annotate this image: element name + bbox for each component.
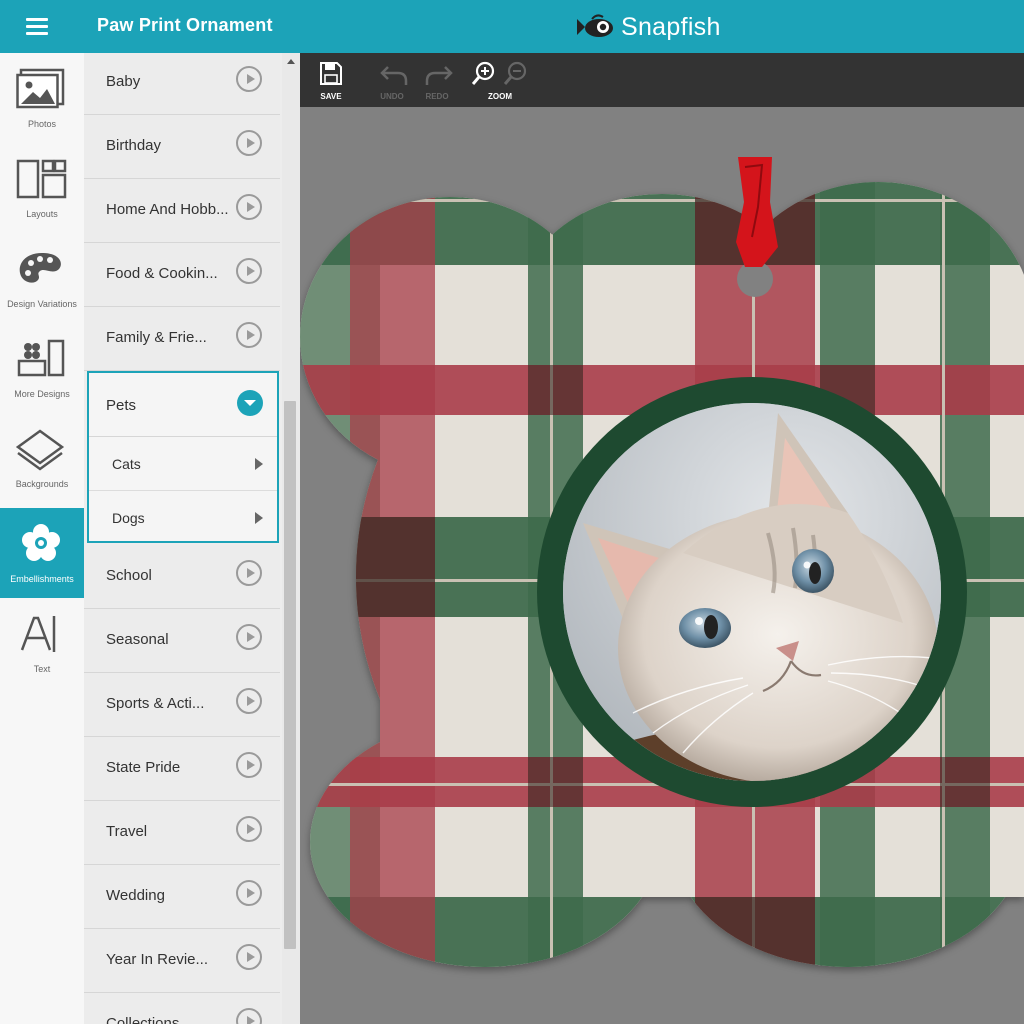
chevron-right-circle-icon[interactable]: [236, 752, 262, 778]
category-sports-and-activities[interactable]: Sports & Acti...: [84, 673, 280, 737]
category-school[interactable]: School: [84, 545, 280, 609]
category-label: Travel: [106, 823, 148, 840]
cat-photo[interactable]: [563, 403, 941, 781]
category-label: Family & Frie...: [106, 329, 207, 346]
category-home-and-hobbies[interactable]: Home And Hobb...: [84, 179, 280, 243]
category-label: Collections: [106, 1015, 180, 1024]
brand-name: Snapfish: [621, 12, 721, 41]
editor-toolbar: SAVE UNDO REDO ZOOM: [300, 53, 1024, 107]
chevron-right-circle-icon[interactable]: [236, 688, 262, 714]
embellishment-categories-panel: Baby Birthday Home And Hobb... Food & Co…: [84, 53, 300, 1024]
category-collections[interactable]: Collections: [84, 993, 280, 1024]
zoom-out-icon[interactable]: [504, 61, 528, 87]
chevron-right-circle-icon[interactable]: [236, 816, 262, 842]
more-designs-icon: [17, 339, 65, 377]
category-family-and-friends[interactable]: Family & Frie...: [84, 307, 280, 371]
layouts-icon: [16, 159, 67, 199]
save-button[interactable]: SAVE: [306, 53, 356, 107]
rail-item-more-designs[interactable]: More Designs: [0, 323, 84, 413]
subcategory-cats[interactable]: Cats: [89, 437, 277, 491]
category-pets-expanded: Pets Cats Dogs: [87, 371, 279, 543]
chevron-down-circle-icon[interactable]: [237, 390, 263, 416]
category-label: Baby: [106, 73, 141, 90]
rail-item-backgrounds[interactable]: Backgrounds: [0, 413, 84, 503]
category-travel[interactable]: Travel: [84, 801, 280, 865]
category-label: Seasonal: [106, 631, 169, 648]
rail-item-text[interactable]: Text: [0, 598, 84, 688]
flower-icon: [22, 524, 60, 561]
photos-icon: [16, 68, 65, 109]
panel-scrollbar[interactable]: [282, 53, 300, 1024]
scrollbar-thumb[interactable]: [284, 401, 296, 949]
zoom-controls: ZOOM: [470, 53, 530, 107]
rail-item-layouts[interactable]: Layouts: [0, 143, 84, 233]
category-label: Sports & Acti...: [106, 695, 205, 712]
category-state-pride[interactable]: State Pride: [84, 737, 280, 801]
chevron-right-circle-icon[interactable]: [236, 66, 262, 92]
category-label: State Pride: [106, 759, 181, 776]
rail-label-more-designs: More Designs: [14, 389, 70, 399]
undo-button[interactable]: UNDO: [367, 53, 417, 107]
chevron-right-circle-icon[interactable]: [236, 560, 262, 586]
category-label: School: [106, 567, 152, 584]
project-title: Paw Print Ornament: [97, 15, 273, 35]
chevron-right-circle-icon[interactable]: [236, 944, 262, 970]
subcategory-label: Dogs: [112, 510, 145, 526]
chevron-right-circle-icon[interactable]: [236, 1008, 262, 1024]
chevron-right-circle-icon[interactable]: [236, 258, 262, 284]
rail-label-embellishments: Embellishments: [10, 574, 74, 584]
scroll-up-arrow-icon[interactable]: [287, 59, 295, 64]
text-icon: [20, 616, 56, 652]
brand-logo: Snapfish: [575, 10, 721, 44]
category-label: Year In Revie...: [106, 951, 209, 968]
backgrounds-icon: [16, 429, 65, 471]
subcategory-dogs[interactable]: Dogs: [89, 491, 277, 545]
rail-label-photos: Photos: [27, 119, 57, 129]
category-pets[interactable]: Pets: [89, 373, 277, 437]
save-label: SAVE: [320, 92, 342, 101]
subcategory-label: Cats: [112, 456, 141, 472]
rail-item-design-variations[interactable]: Design Variations: [0, 233, 84, 323]
fish-logo-icon: [577, 14, 613, 37]
category-year-in-review[interactable]: Year In Revie...: [84, 929, 280, 993]
design-canvas[interactable]: [300, 107, 1024, 1024]
chevron-right-circle-icon[interactable]: [236, 130, 262, 156]
rail-label-backgrounds: Backgrounds: [15, 479, 69, 489]
category-seasonal[interactable]: Seasonal: [84, 609, 280, 673]
rail-label-layouts: Layouts: [26, 209, 58, 219]
redo-label: REDO: [425, 92, 449, 101]
category-label: Home And Hobb...: [106, 201, 229, 218]
category-label: Wedding: [106, 887, 165, 904]
chevron-right-circle-icon[interactable]: [236, 322, 262, 348]
menu-icon[interactable]: [26, 16, 50, 36]
zoom-in-icon[interactable]: [472, 61, 496, 87]
zoom-label: ZOOM: [488, 92, 512, 101]
palette-icon: [19, 253, 61, 283]
rail-item-photos[interactable]: Photos: [0, 53, 84, 143]
undo-label: UNDO: [380, 92, 404, 101]
category-label: Food & Cookin...: [106, 265, 218, 282]
redo-icon: [425, 66, 453, 85]
category-food-and-cooking[interactable]: Food & Cookin...: [84, 243, 280, 307]
category-label: Birthday: [106, 137, 162, 154]
undo-icon: [380, 66, 408, 85]
category-birthday[interactable]: Birthday: [84, 115, 280, 179]
rail-item-embellishments[interactable]: Embellishments: [0, 508, 84, 598]
chevron-right-circle-icon[interactable]: [236, 880, 262, 906]
category-baby[interactable]: Baby: [84, 53, 280, 115]
tool-rail: Photos Layouts Design Variations More De…: [0, 53, 84, 1024]
category-wedding[interactable]: Wedding: [84, 865, 280, 929]
caret-right-icon: [255, 458, 263, 470]
redo-button[interactable]: REDO: [412, 53, 462, 107]
rail-label-design-variations: Design Variations: [7, 299, 77, 309]
rail-label-text: Text: [33, 664, 51, 674]
save-icon: [320, 62, 342, 85]
caret-right-icon: [255, 512, 263, 524]
app-header: Paw Print Ornament Snapfish: [0, 0, 1024, 53]
category-label: Pets: [106, 397, 137, 414]
chevron-right-circle-icon[interactable]: [236, 624, 262, 650]
chevron-right-circle-icon[interactable]: [236, 194, 262, 220]
